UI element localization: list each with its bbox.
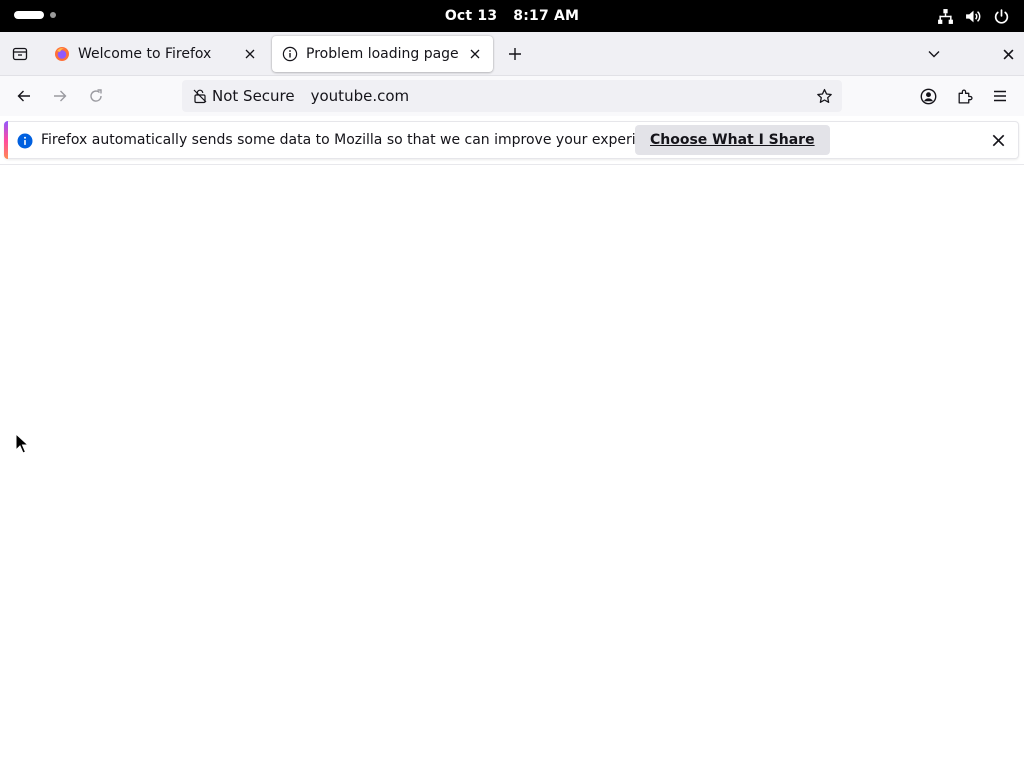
app-menu-button[interactable] [984, 80, 1016, 112]
firefox-view-button[interactable] [4, 38, 36, 70]
network-icon[interactable] [936, 7, 954, 25]
bookmark-star-button[interactable] [810, 82, 838, 110]
navigation-toolbar: Not Secure youtube.com [0, 76, 1024, 116]
data-collection-notification-bar: Firefox automatically sends some data to… [4, 121, 1019, 159]
tab-title: Problem loading page [306, 46, 459, 62]
tab-close-button[interactable] [238, 42, 262, 66]
extensions-button[interactable] [948, 80, 980, 112]
close-icon [470, 49, 480, 59]
notification-accent-stripe [4, 121, 8, 159]
system-tray[interactable] [936, 7, 1010, 25]
list-all-tabs-button[interactable] [918, 38, 950, 70]
insecure-lock-icon[interactable] [192, 88, 208, 104]
info-icon [17, 133, 33, 149]
tab-title: Welcome to Firefox [78, 46, 212, 62]
url-bar[interactable]: Not Secure youtube.com [182, 80, 842, 112]
firefox-view-icon [12, 47, 28, 61]
mouse-cursor-icon [15, 433, 29, 454]
url-text[interactable]: youtube.com [311, 87, 810, 105]
new-tab-button[interactable] [499, 38, 531, 70]
notification-close-button[interactable] [986, 128, 1010, 152]
choose-what-i-share-label: Choose What I Share [650, 132, 815, 148]
power-icon[interactable] [992, 7, 1010, 25]
puzzle-icon [958, 89, 972, 104]
clock[interactable]: Oct 13 8:17 AM [0, 0, 1024, 32]
clock-date: Oct 13 [444, 8, 498, 24]
star-icon [816, 88, 832, 103]
page-content-area[interactable] [0, 165, 1024, 768]
chevron-down-icon [928, 51, 940, 58]
tab-problem-loading-page[interactable]: Problem loading page [272, 36, 493, 72]
reload-icon [90, 89, 102, 102]
firefox-icon [54, 46, 70, 62]
close-window-button[interactable] [992, 38, 1024, 70]
close-icon [1003, 49, 1013, 59]
tab-welcome-to-firefox[interactable]: Welcome to Firefox [44, 36, 268, 72]
close-icon [245, 49, 255, 59]
system-top-bar: Oct 13 8:17 AM [0, 0, 1024, 32]
back-button[interactable] [8, 80, 40, 112]
tab-strip: Welcome to Firefox Problem loading page [0, 32, 1024, 76]
close-icon [992, 134, 1004, 146]
plus-icon [509, 48, 521, 60]
hamburger-menu-icon [994, 90, 1006, 102]
arrow-left-icon [17, 90, 30, 102]
account-button[interactable] [912, 80, 944, 112]
tab-close-button[interactable] [463, 42, 487, 66]
notification-message: Firefox automatically sends some data to… [41, 132, 674, 148]
arrow-right-icon [54, 90, 67, 102]
volume-icon[interactable] [964, 7, 982, 25]
reload-button[interactable] [80, 80, 112, 112]
clock-time: 8:17 AM [513, 8, 580, 24]
account-icon [920, 88, 936, 104]
security-label[interactable]: Not Secure [212, 87, 295, 105]
choose-what-i-share-button[interactable]: Choose What I Share [635, 125, 830, 155]
info-icon [282, 46, 298, 62]
forward-button[interactable] [44, 80, 76, 112]
